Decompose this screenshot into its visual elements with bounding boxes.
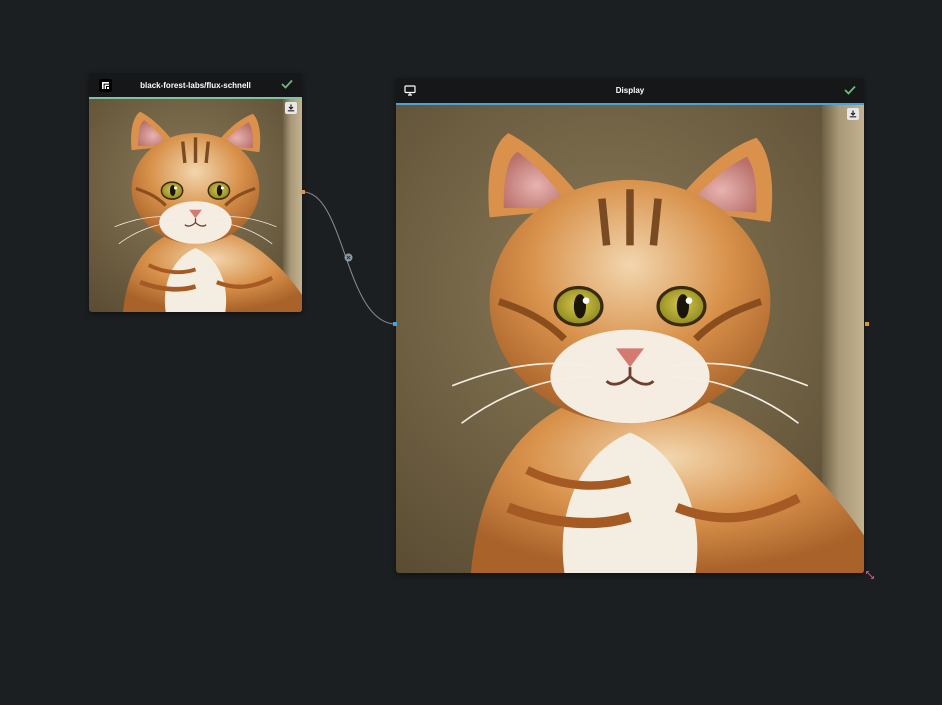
check-icon: [281, 79, 293, 91]
flux-node-title: black-forest-labs/flux-schnell: [140, 81, 251, 90]
download-icon[interactable]: [847, 108, 859, 120]
display-output-port[interactable]: [865, 322, 869, 326]
flux-model-icon: [99, 79, 112, 92]
generated-image: [89, 99, 302, 312]
resize-handle-icon[interactable]: [865, 570, 875, 580]
flux-node-header[interactable]: black-forest-labs/flux-schnell: [89, 73, 302, 98]
display-input-port[interactable]: [393, 322, 397, 326]
check-icon: [844, 85, 856, 97]
display-node-title: Display: [615, 86, 645, 95]
flux-output-port[interactable]: [301, 190, 305, 194]
monitor-icon: [404, 85, 416, 96]
display-node[interactable]: Display: [396, 78, 864, 573]
display-image: [396, 105, 864, 573]
flux-node[interactable]: black-forest-labs/flux-schnell: [89, 73, 302, 312]
download-icon[interactable]: [285, 102, 297, 114]
display-node-header[interactable]: Display: [396, 78, 864, 103]
